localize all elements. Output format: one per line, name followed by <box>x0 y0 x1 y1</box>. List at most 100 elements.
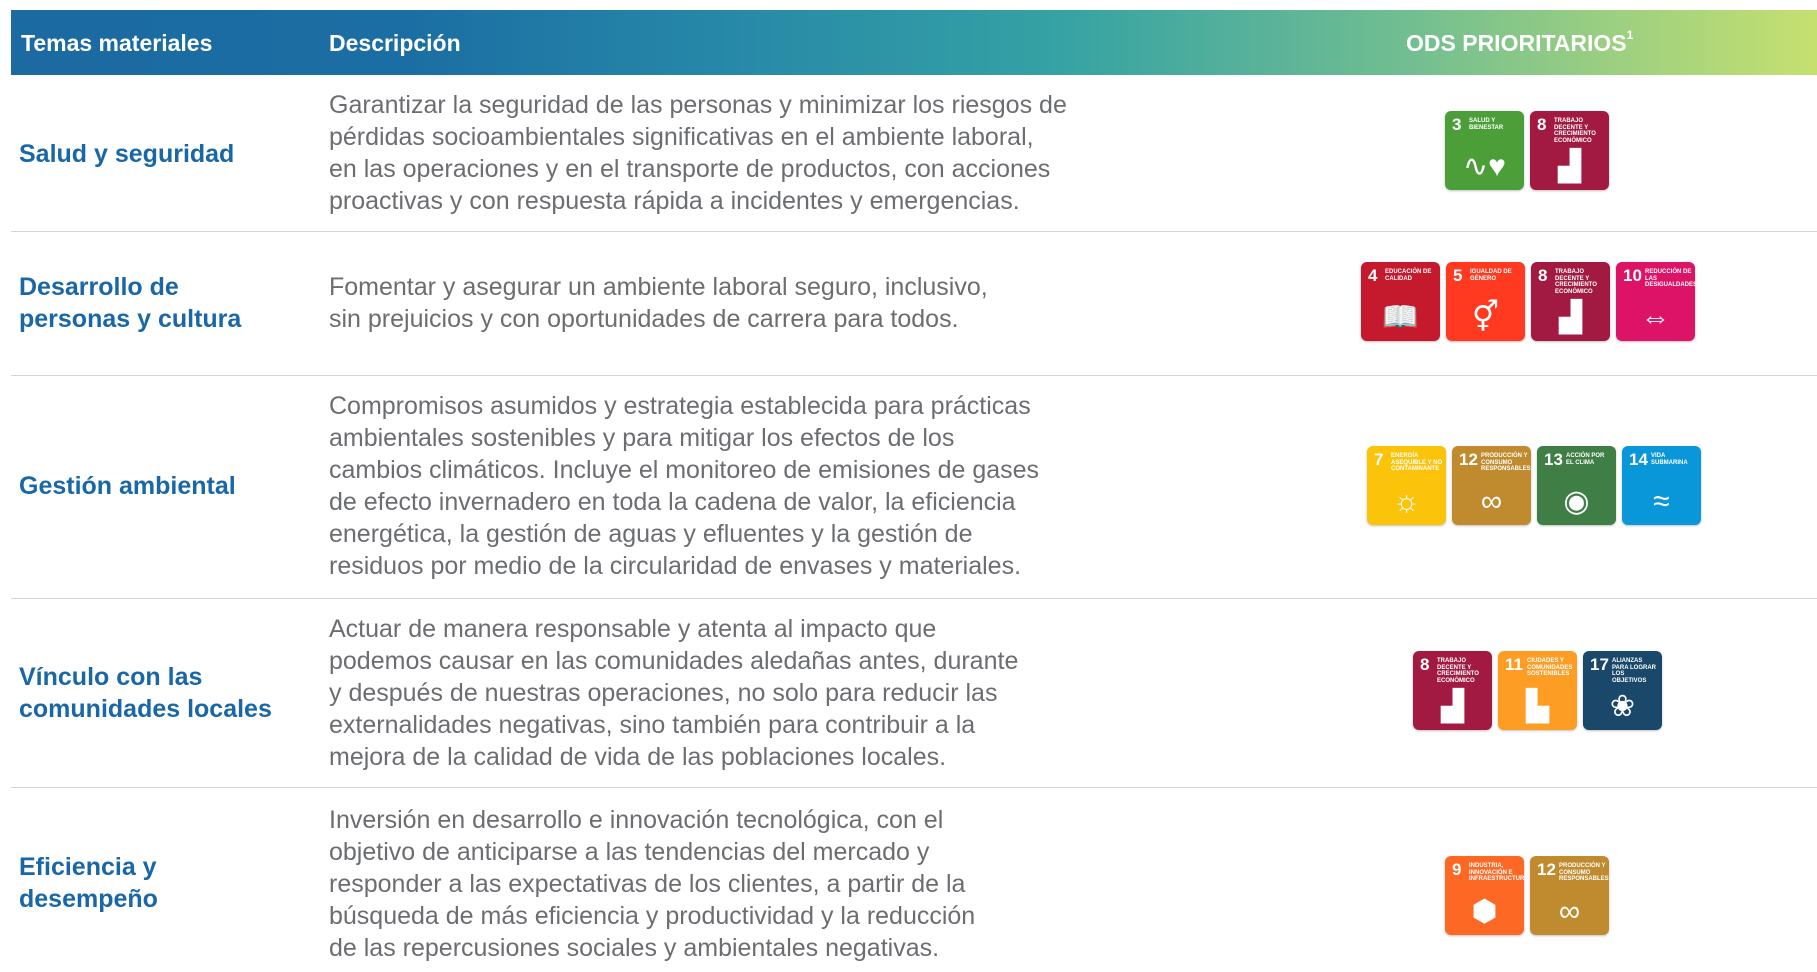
header-ods-footnote: 1 <box>1626 28 1634 42</box>
sdg-number: 8 <box>1537 115 1547 134</box>
sdg-icons: 7 ENERGÍA ASEQUIBLE Y NO CONTAMINANTE ☼ 12 P… <box>1367 446 1701 525</box>
sdg-number: 11 <box>1505 655 1523 674</box>
sdg-label: IGUALDAD DE GÉNERO <box>1470 269 1512 282</box>
description-line: energética, la gestión de aguas y efluen… <box>329 520 973 548</box>
sdg-number: 4 <box>1368 266 1378 285</box>
topic-title: Desarrollo de personas y cultura <box>19 271 241 335</box>
sdg-13-badge: 13 ACCIÓN POR EL CLIMA ◉ <box>1537 446 1616 525</box>
sdg-3-badge: 3 SALUD Y BIENESTAR ∿♥ <box>1445 111 1524 190</box>
sdg-label: VIDA SUBMARINA <box>1651 453 1688 466</box>
topic-title-line: Gestión ambiental <box>19 472 236 500</box>
sdg-9-badge: 9 INDUSTRIA, INNOVACIÓN E INFRAESTRUCTURA… <box>1445 856 1524 935</box>
sdg-number: 12 <box>1459 450 1478 469</box>
description-line: mejora de la calidad de vida de las pobl… <box>329 743 947 771</box>
sdg-12-badge: 12 PRODUCCIÓN Y CONSUMO RESPONSABLES ∞ <box>1530 856 1609 935</box>
topic-title: Gestión ambiental <box>19 470 236 502</box>
sdg-label: ENERGÍA ASEQUIBLE Y NO CONTAMINANTE <box>1391 453 1443 472</box>
description-line: cambios climáticos. Incluye el monitoreo… <box>329 456 1040 484</box>
sdg-label: TRABAJO DECENTE Y CRECIMIENTO ECONÓMICO <box>1437 658 1479 684</box>
description-line: Actuar de manera responsable y atenta al… <box>329 615 937 643</box>
description-line: búsqueda de más eficiencia y productivid… <box>329 902 976 930</box>
infinity-icon: ∞ <box>1480 485 1503 518</box>
gender-equality-icon: ⚥ <box>1471 301 1500 334</box>
growth-chart-icon: ▟ <box>1558 301 1583 334</box>
table-row: Gestión ambiental Compromisos asumidos y … <box>11 376 1817 599</box>
header-description: Descripción <box>329 30 461 56</box>
description-line: ambientales sostenibles y para mitigar l… <box>329 424 955 452</box>
topic-description: Garantizar la seguridad de las personas … <box>329 89 1199 217</box>
sdg-number: 13 <box>1544 450 1563 469</box>
description-line: podemos causar en las comunidades aledañ… <box>329 647 1019 675</box>
sdg-label: TRABAJO DECENTE Y CRECIMIENTO ECONÓMICO <box>1555 269 1597 295</box>
sdg-number: 3 <box>1452 115 1462 134</box>
sun-power-icon: ☼ <box>1392 485 1421 518</box>
sdg-label: PRODUCCIÓN Y CONSUMO RESPONSABLES <box>1481 453 1531 472</box>
topic-title-line: personas y cultura <box>19 305 242 333</box>
sdg-icons: 8 TRABAJO DECENTE Y CRECIMIENTO ECONÓMICO… <box>1413 651 1662 730</box>
table-row: Desarrollo de personas y cultura Fomentar … <box>11 232 1817 376</box>
table-header: Temas materiales Descripción ODS PRIORIT… <box>11 10 1817 75</box>
topic-description: Fomentar y asegurar un ambiente laboral … <box>329 271 1199 335</box>
sdg-11-badge: 11 CIUDADES Y COMUNIDADES SOSTENIBLES ▙ <box>1498 651 1577 730</box>
sdg-icons: 9 INDUSTRIA, INNOVACIÓN E INFRAESTRUCTURA… <box>1445 856 1609 935</box>
heartbeat-icon: ∿♥ <box>1463 150 1506 183</box>
sdg-number: 17 <box>1590 655 1609 674</box>
topic-title-line: Salud y seguridad <box>19 140 235 168</box>
growth-chart-icon: ▟ <box>1557 150 1582 183</box>
topic-title-line: desempeño <box>19 885 158 913</box>
topic-title: Vínculo con las comunidades locales <box>19 661 272 725</box>
sdg-icons: 4 EDUCACIÓN DE CALIDAD 📖 5 IGUALDAD DE GÉNER… <box>1361 262 1695 341</box>
topic-title: Salud y seguridad <box>19 138 234 170</box>
table-row: Salud y seguridad Garantizar la seguridad… <box>11 75 1817 232</box>
city-buildings-icon: ▙ <box>1525 690 1550 723</box>
table-row: Vínculo con las comunidades locales Actuar… <box>11 599 1817 788</box>
infinity-icon: ∞ <box>1558 895 1581 928</box>
sdg-label: EDUCACIÓN DE CALIDAD <box>1385 269 1432 282</box>
sdg-5-badge: 5 IGUALDAD DE GÉNERO ⚥ <box>1446 262 1525 341</box>
sdg-label: ACCIÓN POR EL CLIMA <box>1566 453 1605 466</box>
topic-title-line: comunidades locales <box>19 695 272 723</box>
sdg-14-badge: 14 VIDA SUBMARINA ≈ <box>1622 446 1701 525</box>
sdg-4-badge: 4 EDUCACIÓN DE CALIDAD 📖 <box>1361 262 1440 341</box>
sdg-icons: 3 SALUD Y BIENESTAR ∿♥ 8 TRABAJO DECENTE Y C… <box>1445 111 1609 190</box>
topic-description: Actuar de manera responsable y atenta al… <box>329 613 1199 773</box>
fish-waves-icon: ≈ <box>1653 485 1670 518</box>
sdg-label: REDUCCIÓN DE LAS DESIGUALDADES <box>1645 269 1695 288</box>
description-line: pérdidas socioambientales significativas… <box>329 123 1034 151</box>
sdg-8-badge: 8 TRABAJO DECENTE Y CRECIMIENTO ECONÓMICO… <box>1413 651 1492 730</box>
growth-chart-icon: ▟ <box>1440 690 1465 723</box>
header-topics: Temas materiales <box>21 30 213 56</box>
eye-globe-icon: ◉ <box>1563 485 1590 518</box>
topic-title: Eficiencia y desempeño <box>19 851 158 915</box>
description-line: sin prejuicios y con oportunidades de ca… <box>329 305 959 333</box>
description-line: objetivo de anticiparse a las tendencias… <box>329 838 930 866</box>
description-line: Fomentar y asegurar un ambiente laboral … <box>329 273 988 301</box>
description-line: externalidades negativas, sino también p… <box>329 711 976 739</box>
sdg-7-badge: 7 ENERGÍA ASEQUIBLE Y NO CONTAMINANTE ☼ <box>1367 446 1446 525</box>
description-line: Garantizar la seguridad de las personas … <box>329 91 1067 119</box>
cubes-icon: ⬢ <box>1471 895 1498 928</box>
description-line: de efecto invernadero en toda la cadena … <box>329 488 1016 516</box>
header-ods-label: ODS PRIORITARIOS <box>1406 30 1627 56</box>
sdg-number: 10 <box>1623 266 1642 285</box>
table-row: Eficiencia y desempeño Inversión en desarr… <box>11 788 1817 972</box>
sdg-8-badge: 8 TRABAJO DECENTE Y CRECIMIENTO ECONÓMICO… <box>1530 111 1609 190</box>
description-line: de las repercusiones sociales y ambienta… <box>329 934 940 962</box>
description-line: Inversión en desarrollo e innovación tec… <box>329 806 944 834</box>
header-ods: ODS PRIORITARIOS1 <box>1406 28 1634 57</box>
topic-description: Inversión en desarrollo e innovación tec… <box>329 804 1199 964</box>
sdg-label: SALUD Y BIENESTAR <box>1469 118 1504 131</box>
sdg-number: 8 <box>1538 266 1548 285</box>
description-line: proactivas y con respuesta rápida a inci… <box>329 187 1020 215</box>
topic-description: Compromisos asumidos y estrategia establ… <box>329 390 1199 582</box>
sdg-number: 9 <box>1452 860 1462 879</box>
description-line: en las operaciones y en el transporte de… <box>329 155 1051 183</box>
flower-rings-icon: ❀ <box>1609 690 1636 723</box>
sdg-label: ALIANZAS PARA LOGRAR LOS OBJETIVOS <box>1612 658 1656 684</box>
description-line: y después de nuestras operaciones, no so… <box>329 679 998 707</box>
equality-arrows-icon: ⇔ <box>1640 301 1671 334</box>
sdg-10-badge: 10 REDUCCIÓN DE LAS DESIGUALDADES ⇔ <box>1616 262 1695 341</box>
sdg-number: 7 <box>1374 450 1384 469</box>
sdg-number: 14 <box>1629 450 1648 469</box>
sdg-label: TRABAJO DECENTE Y CRECIMIENTO ECONÓMICO <box>1554 118 1596 144</box>
